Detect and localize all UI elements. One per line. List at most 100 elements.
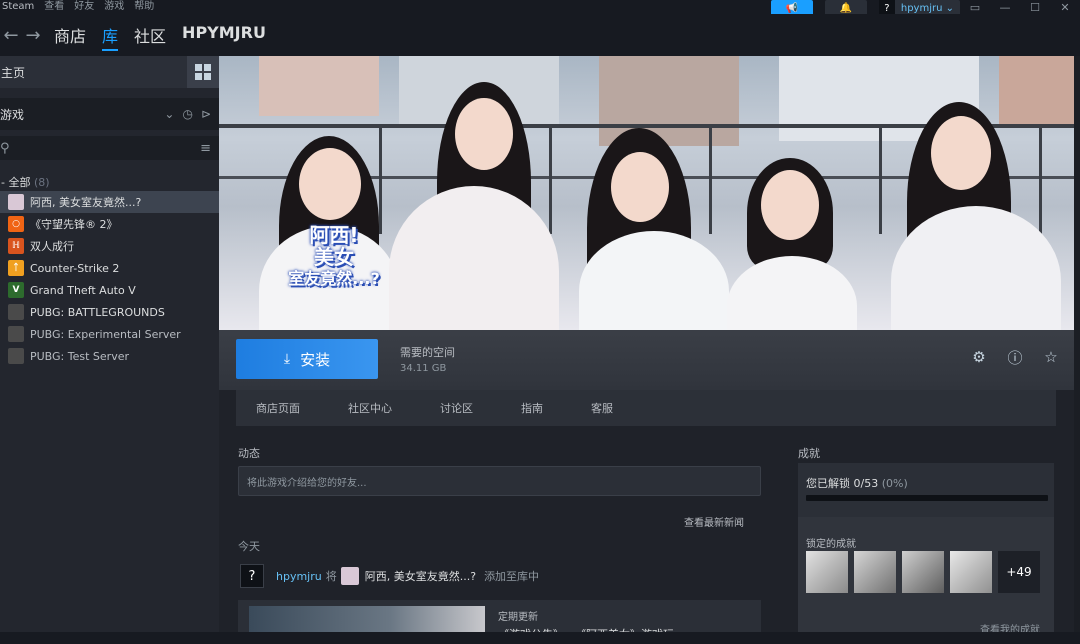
grid-view-button[interactable] [187, 56, 219, 88]
achievement-thumb[interactable] [806, 551, 848, 593]
achievements-panel: 您已解锁 0/53 (0%) 锁定的成就 +49 查看我的成就 [798, 463, 1054, 643]
nav-links: 商店 库 社区 HPYMJRU [54, 23, 266, 51]
sidebar-game-item[interactable]: ○ 《守望先锋® 2》 [0, 213, 219, 235]
activity-title: 动态 [238, 447, 260, 460]
logo-line-1: 阿西! [309, 223, 359, 247]
forward-arrow-icon[interactable]: → [22, 25, 44, 46]
nav-profile[interactable]: HPYMJRU [182, 23, 266, 47]
game-icon [8, 348, 24, 364]
game-name: 《守望先锋® 2》 [30, 218, 118, 231]
activity-input[interactable]: 将此游戏介绍给您的好友... [238, 466, 761, 496]
game-name: Grand Theft Auto V [30, 283, 136, 297]
tab-community-hub[interactable]: 社区中心 [348, 400, 392, 416]
info-icon[interactable]: ⓘ [1004, 346, 1026, 368]
tab-store-page[interactable]: 商店页面 [256, 400, 300, 416]
user-avatar[interactable]: ? [240, 564, 264, 588]
game-name: PUBG: Experimental Server [30, 327, 181, 341]
tab-guides[interactable]: 指南 [521, 400, 543, 416]
tab-support[interactable]: 客服 [591, 400, 613, 416]
menu-item-2[interactable]: 好友 [74, 1, 94, 13]
latest-news-link[interactable]: 查看最新新闻 [684, 514, 744, 529]
game-name: PUBG: Test Server [30, 349, 129, 363]
back-arrow-icon[interactable]: ← [0, 25, 22, 46]
chevron-down-icon[interactable]: ⌄ [164, 107, 174, 121]
library-search[interactable]: ⚲ ≡ [0, 136, 219, 160]
install-button[interactable]: ⤓ 安装 [236, 339, 378, 379]
tab-discussions[interactable]: 讨论区 [440, 400, 473, 416]
install-label: 安装 [300, 350, 331, 369]
game-name: Counter-Strike 2 [30, 261, 120, 275]
achievement-thumb[interactable] [950, 551, 992, 593]
unlocked-text: 您已解锁 0/53 [806, 477, 879, 490]
logo-line-2: 美女 [314, 245, 354, 269]
nav-library[interactable]: 库 [102, 23, 119, 51]
play-circle-icon[interactable]: ⊳ [201, 107, 211, 121]
menu-item-1[interactable]: 查看 [44, 1, 64, 13]
achievement-thumb[interactable] [854, 551, 896, 593]
grid-icon [195, 64, 211, 80]
space-label: 需要的空间 [400, 346, 455, 359]
menu-item-3[interactable]: 游戏 [104, 1, 124, 13]
system-menu-bar: Steam 查看 好友 游戏 帮助 📢 🔔 ? hpymjru ⌄ ▭ — ☐ ✕ [0, 0, 1080, 16]
search-icon: ⚲ [0, 140, 10, 156]
achievements-title: 成就 [798, 447, 820, 460]
gear-icon[interactable]: ⚙ [968, 346, 990, 368]
feed-user[interactable]: hpymjru [276, 570, 322, 583]
achievements-unlocked: 您已解锁 0/53 (0%) [806, 475, 908, 491]
minimize-icon[interactable]: — [990, 1, 1020, 14]
sidebar-game-item[interactable]: ℍ 双人成行 [0, 235, 219, 257]
action-bar: ⤓ 安装 需要的空间 34.11 GB ⚙ ⓘ ☆ [219, 330, 1080, 390]
unlocked-pct: (0%) [881, 477, 908, 490]
account-name: hpymjru ⌄ [900, 2, 954, 14]
sidebar-game-item[interactable]: PUBG: Test Server [0, 345, 219, 367]
bottom-status-bar [0, 632, 1080, 644]
feed-game[interactable]: 阿西, 美女室友竟然...? [365, 568, 476, 584]
game-logo: 阿西! 美女 室友竟然...? [279, 224, 389, 310]
scrollbar[interactable] [1074, 56, 1080, 644]
star-icon[interactable]: ☆ [1040, 346, 1062, 368]
achievement-thumb[interactable] [902, 551, 944, 593]
group-label: - 全部 [1, 176, 31, 189]
game-icon: ᛏ [8, 260, 24, 276]
close-icon[interactable]: ✕ [1050, 1, 1080, 14]
nav-store[interactable]: 商店 [54, 23, 86, 47]
sidebar-game-item[interactable]: V Grand Theft Auto V [0, 279, 219, 301]
nav-bar: ← → 商店 库 社区 HPYMJRU [0, 14, 1080, 56]
game-icon: ○ [8, 216, 24, 232]
group-count: (8) [33, 176, 50, 189]
group-all[interactable]: - 全部 (8) [0, 174, 219, 189]
titlebar-controls: 📢 🔔 ? hpymjru ⌄ ▭ — ☐ ✕ [770, 0, 1080, 16]
sidebar-game-item[interactable]: PUBG: BATTLEGROUNDS [0, 301, 219, 323]
recent-clock-icon[interactable]: ◷ [182, 107, 192, 121]
sidebar-game-item[interactable]: 阿西, 美女室友竟然...? [0, 191, 219, 213]
menu-item-4[interactable]: 帮助 [134, 1, 154, 13]
system-menu: Steam 查看 好友 游戏 帮助 [0, 1, 154, 13]
news-tag: 定期更新 [498, 612, 538, 623]
home-button[interactable]: 主页 [0, 64, 25, 81]
download-icon: ⤓ [283, 351, 291, 367]
sidebar-game-item[interactable]: PUBG: Experimental Server [0, 323, 219, 345]
more-achievements-count[interactable]: +49 [998, 551, 1040, 593]
space-value: 34.11 GB [400, 363, 447, 374]
feed-action: 添加至库中 [484, 570, 540, 583]
sidebar-game-item[interactable]: ᛏ Counter-Strike 2 [0, 257, 219, 279]
maximize-icon[interactable]: ☐ [1020, 1, 1050, 14]
collection-filter[interactable]: 游戏 ⌄ ◷ ⊳ [0, 98, 219, 130]
locked-achievements: 锁定的成就 +49 查看我的成就 [798, 517, 1054, 643]
bell-icon: 🔔 [839, 2, 853, 14]
game-icon [8, 304, 24, 320]
library-sidebar: 主页 游戏 ⌄ ◷ ⊳ ⚲ ≡ - 全部 (8) 阿西, 美女室友竟然...? ○… [0, 56, 219, 644]
achievement-progress-bar [806, 495, 1048, 501]
space-required: 需要的空间 34.11 GB [400, 344, 455, 374]
game-icon [8, 194, 24, 210]
nav-community[interactable]: 社区 [134, 23, 166, 47]
filter-label: 游戏 [0, 107, 25, 122]
activity-feed-item: ? hpymjru 将 阿西, 美女室友竟然...? 添加至库中 [240, 564, 539, 588]
game-name: PUBG: BATTLEGROUNDS [30, 305, 165, 319]
today-label: 今天 [238, 540, 260, 553]
menu-item-0[interactable]: Steam [2, 1, 34, 13]
big-picture-icon[interactable]: ▭ [960, 1, 990, 14]
game-thumbnail-icon [340, 567, 359, 585]
game-icon: V [8, 282, 24, 298]
filter-icon[interactable]: ≡ [200, 141, 211, 156]
